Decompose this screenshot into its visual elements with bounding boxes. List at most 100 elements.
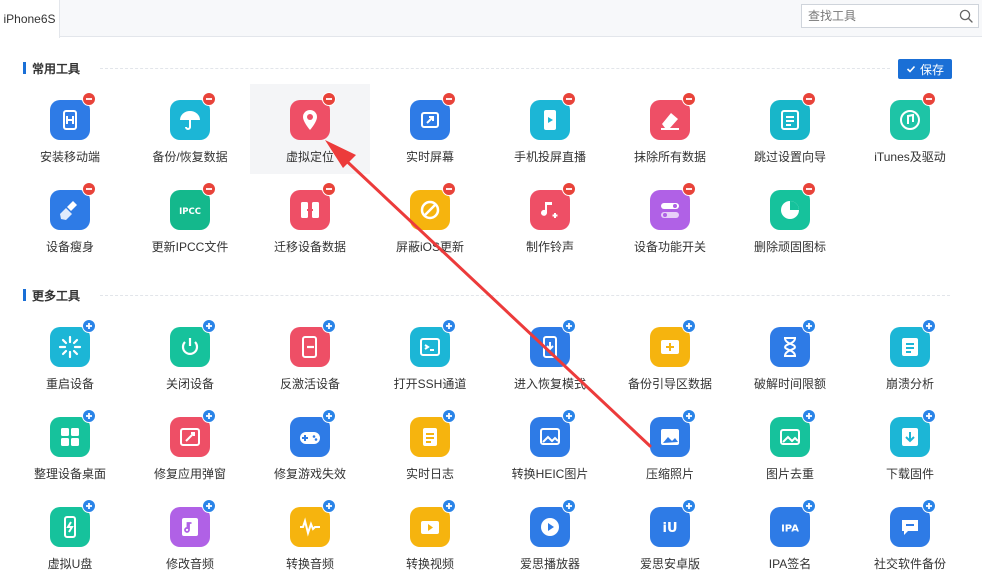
tool-item-ringtone[interactable]: 制作铃声 xyxy=(490,174,610,264)
tool-item-log[interactable]: 实时日志 xyxy=(370,401,490,491)
tool-item-crash-log[interactable]: 崩溃分析 xyxy=(850,311,970,401)
eraser-icon xyxy=(650,100,690,140)
remove-tool-icon[interactable] xyxy=(682,182,696,196)
remove-tool-icon[interactable] xyxy=(802,182,816,196)
tool-item-terminal[interactable]: 打开SSH通道 xyxy=(370,311,490,401)
remove-tool-icon[interactable] xyxy=(442,182,456,196)
add-tool-icon[interactable] xyxy=(682,409,696,423)
add-tool-icon[interactable] xyxy=(442,319,456,333)
tool-item-audio-edit[interactable]: 修改音频 xyxy=(130,491,250,581)
tool-item-eraser[interactable]: 抹除所有数据 xyxy=(610,84,730,174)
remove-tool-icon[interactable] xyxy=(82,182,96,196)
remove-tool-icon[interactable] xyxy=(922,92,936,106)
remove-tool-icon[interactable] xyxy=(562,182,576,196)
tool-item-usb-drive[interactable]: 虚拟U盘 xyxy=(10,491,130,581)
tool-item-power[interactable]: 关闭设备 xyxy=(130,311,250,401)
add-tool-icon[interactable] xyxy=(562,409,576,423)
add-tool-icon[interactable] xyxy=(922,409,936,423)
remove-tool-icon[interactable] xyxy=(322,182,336,196)
tool-item-itunes[interactable]: iTunes及驱动 xyxy=(850,84,970,174)
tool-item-umbrella[interactable]: 备份/恢复数据 xyxy=(130,84,250,174)
tool-label: 压缩照片 xyxy=(645,467,694,481)
add-tool-icon[interactable] xyxy=(922,499,936,513)
fix-popup-icon xyxy=(170,417,210,457)
tool-item-screen-mirror[interactable]: 实时屏幕 xyxy=(370,84,490,174)
tool-item-phone-cast[interactable]: 手机投屏直播 xyxy=(490,84,610,174)
tool-item-backup-boot[interactable]: 备份引导区数据 xyxy=(610,311,730,401)
tool-item-recovery[interactable]: 进入恢复模式 xyxy=(490,311,610,401)
remove-tool-icon[interactable] xyxy=(562,92,576,106)
backup-boot-icon xyxy=(650,327,690,367)
remove-tool-icon[interactable] xyxy=(202,92,216,106)
add-tool-icon[interactable] xyxy=(202,499,216,513)
search-box[interactable] xyxy=(801,4,979,28)
tool-item-location-pin[interactable]: 虚拟定位 xyxy=(250,84,370,174)
tool-item-video-convert[interactable]: 转换视频 xyxy=(370,491,490,581)
tool-item-deactivate[interactable]: 反激活设备 xyxy=(250,311,370,401)
add-tool-icon[interactable] xyxy=(442,499,456,513)
add-tool-icon[interactable] xyxy=(682,499,696,513)
tool-item-compress-photo[interactable]: 压缩照片 xyxy=(610,401,730,491)
tool-item-toggle[interactable]: 设备功能开关 xyxy=(610,174,730,264)
tool-label: IPA签名 xyxy=(768,557,812,571)
device-tab[interactable]: iPhone6S xyxy=(0,0,60,38)
tool-item-ipa-sign[interactable]: IPA IPA签名 xyxy=(730,491,850,581)
remove-tool-icon[interactable] xyxy=(202,182,216,196)
tool-item-ipcc[interactable]: IPCC 更新IPCC文件 xyxy=(130,174,250,264)
tool-item-block-update[interactable]: 屏蔽iOS更新 xyxy=(370,174,490,264)
tool-item-fix-popup[interactable]: 修复应用弹窗 xyxy=(130,401,250,491)
dedupe-photo-icon xyxy=(770,417,810,457)
add-tool-icon[interactable] xyxy=(322,409,336,423)
svg-text:IPCC: IPCC xyxy=(179,207,201,217)
add-tool-icon[interactable] xyxy=(922,319,936,333)
add-tool-icon[interactable] xyxy=(562,319,576,333)
add-tool-icon[interactable] xyxy=(682,319,696,333)
search-input[interactable] xyxy=(802,5,952,27)
tool-item-hourglass[interactable]: 破解时间限额 xyxy=(730,311,850,401)
video-convert-icon xyxy=(410,507,450,547)
tool-item-skip-setup[interactable]: 跳过设置向导 xyxy=(730,84,850,174)
add-tool-icon[interactable] xyxy=(322,319,336,333)
tool-label: 关闭设备 xyxy=(165,377,214,391)
add-tool-icon[interactable] xyxy=(802,499,816,513)
tool-item-android-app[interactable]: iU 爱思安卓版 xyxy=(610,491,730,581)
add-tool-icon[interactable] xyxy=(82,319,96,333)
remove-tool-icon[interactable] xyxy=(442,92,456,106)
block-update-icon xyxy=(410,190,450,230)
tool-item-gamepad[interactable]: 修复游戏失效 xyxy=(250,401,370,491)
search-icon[interactable] xyxy=(959,9,973,23)
tool-item-chat-backup[interactable]: 社交软件备份 xyxy=(850,491,970,581)
tool-item-migrate[interactable]: 迁移设备数据 xyxy=(250,174,370,264)
tool-item-restart[interactable]: 重启设备 xyxy=(10,311,130,401)
add-tool-icon[interactable] xyxy=(802,409,816,423)
deactivate-icon xyxy=(290,327,330,367)
tool-label: 修改音频 xyxy=(165,557,214,571)
add-tool-icon[interactable] xyxy=(82,499,96,513)
add-tool-icon[interactable] xyxy=(82,409,96,423)
tool-item-heic-convert[interactable]: 转换HEIC图片 xyxy=(490,401,610,491)
add-tool-icon[interactable] xyxy=(202,409,216,423)
tool-item-delete-icon[interactable]: 删除顽固图标 xyxy=(730,174,850,264)
add-tool-icon[interactable] xyxy=(442,409,456,423)
remove-tool-icon[interactable] xyxy=(802,92,816,106)
remove-tool-icon[interactable] xyxy=(682,92,696,106)
tool-item-desktop-grid[interactable]: 整理设备桌面 xyxy=(10,401,130,491)
power-icon xyxy=(170,327,210,367)
tool-item-player[interactable]: 爱思播放器 xyxy=(490,491,610,581)
tool-label: 备份/恢复数据 xyxy=(152,150,228,164)
tool-item-dedupe-photo[interactable]: 图片去重 xyxy=(730,401,850,491)
save-button[interactable]: 保存 xyxy=(898,59,952,79)
remove-tool-icon[interactable] xyxy=(322,92,336,106)
tool-item-broom[interactable]: 设备瘦身 xyxy=(10,174,130,264)
add-tool-icon[interactable] xyxy=(562,499,576,513)
toggle-icon xyxy=(650,190,690,230)
remove-tool-icon[interactable] xyxy=(82,92,96,106)
add-tool-icon[interactable] xyxy=(202,319,216,333)
add-tool-icon[interactable] xyxy=(802,319,816,333)
tool-item-audio-convert[interactable]: 转换音频 xyxy=(250,491,370,581)
add-tool-icon[interactable] xyxy=(322,499,336,513)
tool-item-install-mobile[interactable]: 安装移动端 xyxy=(10,84,130,174)
chat-backup-icon xyxy=(890,507,930,547)
tool-item-firmware-download[interactable]: 下载固件 xyxy=(850,401,970,491)
device-tab-label: iPhone6S xyxy=(3,12,56,26)
